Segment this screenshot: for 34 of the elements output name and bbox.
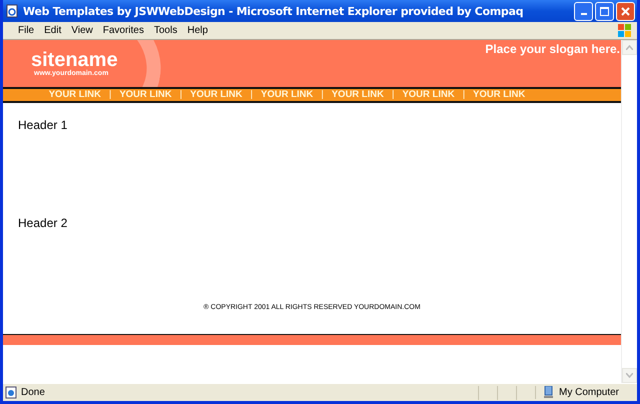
menu-item[interactable]: View	[66, 25, 98, 36]
status-text: Done	[21, 387, 45, 398]
menu-item[interactable]: Tools	[148, 25, 182, 36]
nav-link[interactable]: YOUR LINK	[473, 89, 526, 101]
nav-separator: |	[180, 89, 182, 101]
nav-separator: |	[462, 89, 466, 101]
close-button[interactable]	[616, 2, 635, 20]
section-header: Header 2	[18, 216, 68, 230]
menu-item[interactable]: Edit	[39, 25, 66, 36]
window-title: Web Templates by JSWWebDesign - Microsoft Internet Explorer provided by Compaq	[23, 4, 524, 18]
nav-link[interactable]: YOUR LINK	[260, 89, 314, 101]
section-header: Header 1	[18, 118, 68, 132]
nav-link[interactable]: YOUR LINK	[190, 89, 242, 101]
maximize-button[interactable]	[595, 2, 614, 20]
nav-link[interactable]: YOUR LINK	[119, 89, 172, 101]
zone-text: My Computer	[559, 387, 620, 398]
nav-link[interactable]: YOUR LINK	[48, 89, 101, 101]
nav-separator: |	[392, 89, 394, 101]
site-name: sitename	[31, 50, 118, 70]
minimize-icon	[580, 13, 586, 15]
page-icon	[5, 4, 19, 18]
computer-icon	[542, 386, 555, 399]
slogan: Place your slogan here.	[485, 41, 621, 58]
menu-item[interactable]: File	[13, 25, 40, 36]
nav-link[interactable]: YOUR LINK	[402, 89, 455, 101]
nav-separator: |	[321, 89, 324, 101]
minimize-button[interactable]	[574, 2, 593, 20]
close-icon	[621, 6, 630, 16]
nav-separator: |	[250, 89, 253, 101]
maximize-icon	[600, 6, 609, 16]
menu-item[interactable]: Favorites	[98, 25, 149, 36]
nav-separator: |	[108, 89, 112, 101]
menu-item[interactable]: Help	[182, 25, 213, 36]
nav-link[interactable]: YOUR LINK	[332, 89, 384, 101]
